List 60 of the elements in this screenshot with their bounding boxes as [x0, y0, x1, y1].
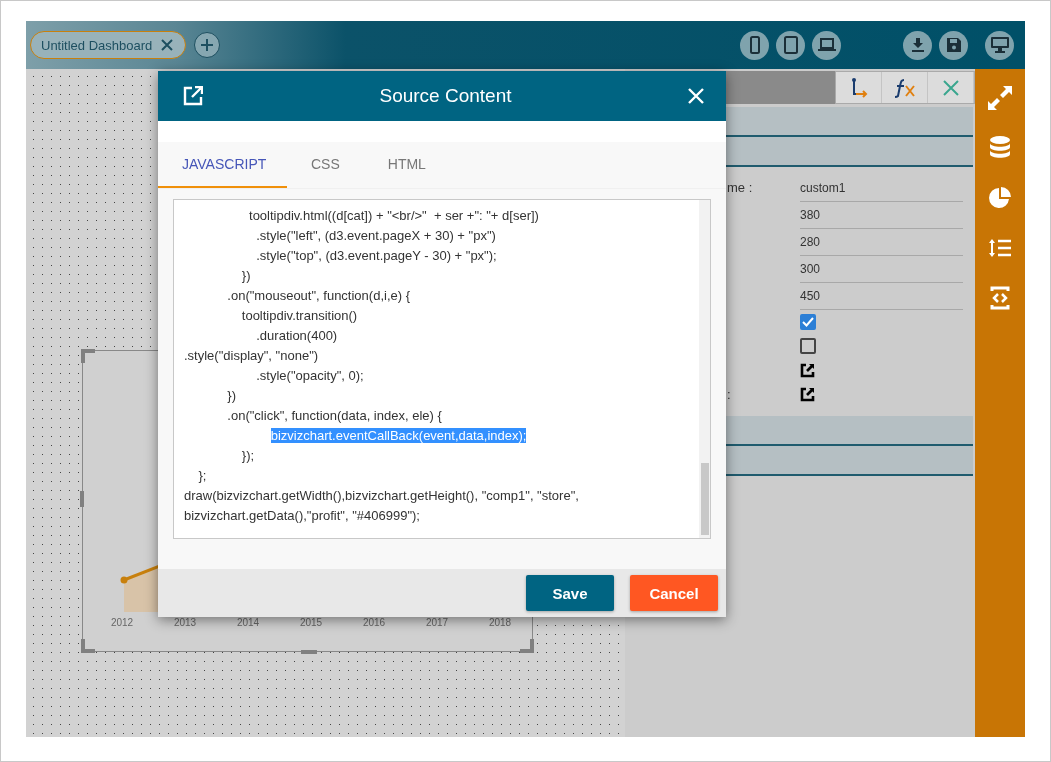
checkbox[interactable] — [800, 338, 816, 354]
code-tab[interactable]: HTML — [363, 142, 450, 188]
resize-handle[interactable] — [520, 639, 534, 653]
dialog-title: Source Content — [378, 85, 513, 107]
external-link-icon[interactable] — [800, 362, 815, 378]
download-icon — [910, 38, 925, 52]
save-icon-button[interactable] — [939, 30, 968, 60]
code-line: bizvizchart.getData(),"profit", "#406999"); — [184, 508, 420, 523]
code-line: }); — [241, 448, 255, 463]
code-line: draw(bizvizchart.getWidth(),bizvizchart.getHeight(), "comp1", "store", — [184, 488, 579, 503]
axis-label: 2015 — [298, 617, 324, 628]
monitor-icon — [990, 37, 1009, 53]
laptop-icon — [817, 38, 836, 52]
add-tab-button[interactable] — [194, 32, 221, 58]
mobile-view-button[interactable] — [740, 30, 769, 60]
code-line: tooltipdiv.transition() — [241, 308, 358, 323]
code-editor[interactable] — [173, 199, 711, 539]
axis-label: 2012 — [109, 617, 135, 628]
code-line: }) — [227, 388, 236, 403]
dashboard-tab[interactable]: Untitled Dashboard — [30, 31, 187, 59]
save-button[interactable]: Save — [526, 575, 614, 611]
code-line: tooltipdiv.html((d[cat]) + "<br/>" + ser +": "+ d[ser]) — [249, 208, 539, 223]
external-link-icon[interactable] — [800, 386, 815, 402]
code-line: .style("left", (d3.event.pageX + 30) + "px") — [256, 228, 496, 243]
close-icon[interactable] — [161, 39, 174, 51]
code-line: .style("opacity", 0); — [256, 368, 364, 383]
line-chart-drawing — [120, 564, 160, 612]
field-label: : — [727, 387, 731, 402]
code-tab[interactable]: CSS — [287, 142, 364, 188]
resize-handle[interactable] — [80, 491, 84, 507]
checkbox[interactable] — [800, 314, 816, 330]
resize-handle[interactable] — [81, 349, 95, 363]
code-line: }; — [198, 468, 207, 483]
axis-label: 2014 — [235, 617, 261, 628]
code-line: .duration(400) — [256, 328, 338, 343]
input-field[interactable]: 300 — [800, 256, 963, 283]
phone-icon — [749, 36, 760, 54]
tablet-icon — [783, 36, 798, 54]
resize-handle[interactable] — [81, 639, 95, 653]
code-line: }) — [241, 268, 251, 283]
tablet-view-button[interactable] — [776, 30, 805, 60]
input-field[interactable]: 380 — [800, 202, 963, 229]
laptop-view-button[interactable] — [812, 30, 841, 60]
scroll-bar[interactable] — [699, 200, 710, 538]
input-field[interactable]: custom1 — [800, 175, 963, 202]
axis-label: 2016 — [361, 617, 387, 628]
input-field[interactable]: 280 — [800, 229, 963, 256]
axis-label: 2017 — [424, 617, 450, 628]
plus-icon — [200, 38, 215, 52]
preview-button[interactable] — [985, 30, 1014, 60]
field-label: me : — [727, 180, 753, 195]
code-line: .style("display", "none") — [184, 348, 319, 363]
axis-label: 2018 — [487, 617, 513, 628]
resize-handle[interactable] — [301, 650, 317, 654]
code-line: .on("mouseout", function(d,i,e) { — [227, 288, 410, 303]
input-field[interactable]: 450 — [800, 283, 963, 310]
axis-label: 2013 — [172, 617, 198, 628]
code-line: .on("click", function(data, index, ele) { — [227, 408, 442, 423]
code-line: .style("top", (d3.event.pageY - 30) + "px"); — [256, 248, 497, 263]
download-button[interactable] — [903, 30, 932, 60]
